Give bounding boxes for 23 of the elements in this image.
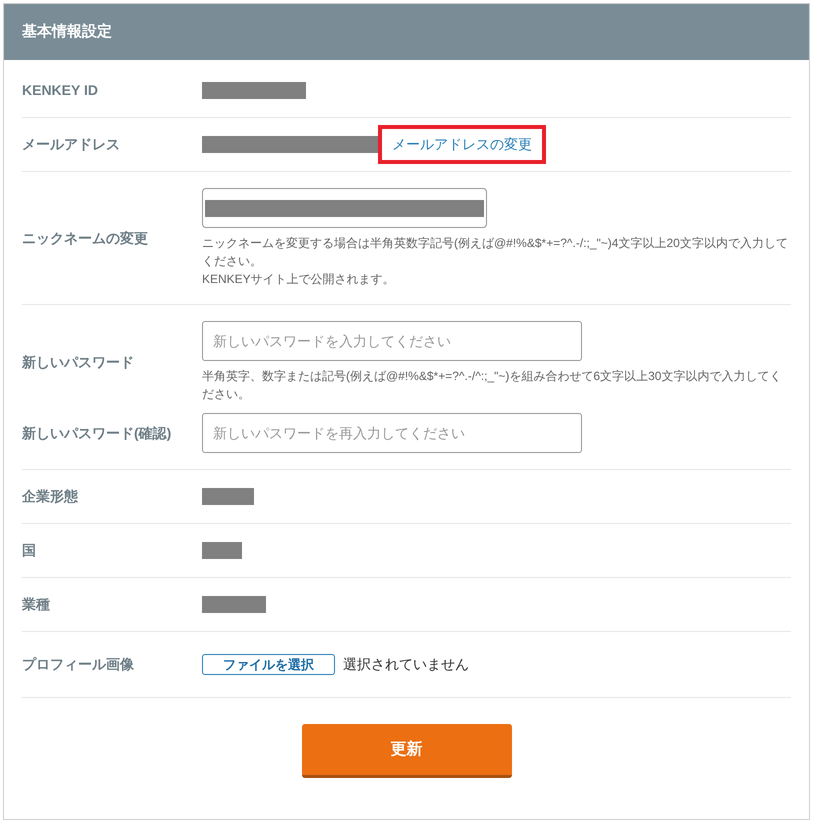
field-label: 国 xyxy=(22,541,37,560)
choose-file-button[interactable]: ファイルを選択 xyxy=(202,654,335,675)
panel-title: 基本情報設定 xyxy=(22,22,112,42)
field-label: プロフィール画像 xyxy=(22,655,135,674)
field-label: 新しいパスワード xyxy=(22,352,135,372)
help-text: ニックネームを変更する場合は半角英数字記号(例えば@#!%&$*+=?^.-/:;_"~)4文字以上20文字以内で入力してください。 xyxy=(202,235,789,270)
field-label: メールアドレス xyxy=(22,135,121,154)
password-field[interactable]: 新しいパスワードを入力してください xyxy=(202,321,582,361)
redacted-value xyxy=(202,542,242,559)
field-label: KENKEY ID xyxy=(22,81,99,100)
file-status-text: 選択されていません xyxy=(343,655,469,674)
update-button[interactable]: 更新 xyxy=(302,724,512,778)
help-text: KENKEYサイト上で公開されます。 xyxy=(202,271,396,288)
field-label: ニックネームの変更 xyxy=(22,228,149,248)
help-text: 半角英字、数字または記号(例えば@#!%&$*+=?^.-/^:;_"~)を組み合わせて6文字以上30文字以内で入力してください。 xyxy=(202,368,782,403)
field-label: 業種 xyxy=(22,595,51,614)
change-email-link[interactable]: メールアドレスの変更 xyxy=(378,125,546,164)
field-label: 企業形態 xyxy=(22,487,79,506)
nickname-field[interactable] xyxy=(202,188,487,228)
redacted-value xyxy=(202,596,266,613)
field-label: 新しいパスワード(確認) xyxy=(22,424,172,443)
password-confirm-field[interactable]: 新しいパスワードを再入力してください xyxy=(202,413,582,453)
redacted-value xyxy=(202,488,254,505)
